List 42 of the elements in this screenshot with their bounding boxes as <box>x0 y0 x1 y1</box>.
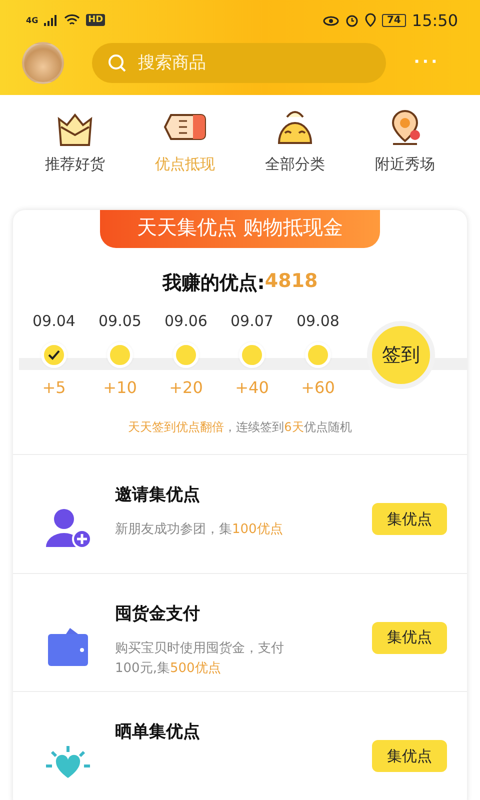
search-field[interactable]: 搜索商品 <box>92 42 386 82</box>
task-title: 邀请集优点 <box>115 484 201 506</box>
network-type: 4G <box>26 16 38 24</box>
search-icon <box>108 54 126 72</box>
eye-icon <box>322 14 339 26</box>
task-description: 新朋友成功参团，集100优点 <box>115 521 284 539</box>
task-title: 囤货金支付 <box>115 602 201 625</box>
collect-points-button[interactable]: 集优点 <box>372 622 447 654</box>
promo-ribbon: 天天集优点 购物抵现金 <box>100 210 380 248</box>
category-tab[interactable]: 全部分类 <box>265 107 325 210</box>
day-bonus: +20 <box>169 378 203 397</box>
hd-badge: HD <box>86 14 106 26</box>
day-date: 09.06 <box>164 312 208 330</box>
alarm-icon <box>344 13 359 27</box>
heart-glow-icon <box>44 744 92 778</box>
check-in-note: 天天签到优点翻倍，连续签到6天优点随机 <box>128 419 352 436</box>
collect-points-button[interactable]: 集优点 <box>372 503 447 535</box>
day-date: 09.05 <box>98 312 142 330</box>
day-bonus: +40 <box>235 378 269 397</box>
day-date: 09.07 <box>230 312 274 330</box>
day-bonus: +60 <box>301 378 335 397</box>
clock-time: 15:50 <box>412 10 458 30</box>
add-user-icon <box>44 507 92 549</box>
day-bonus: +5 <box>42 378 66 397</box>
collect-points-button[interactable]: 集优点 <box>372 740 447 772</box>
check-icon <box>48 350 60 360</box>
points-label: 我赚的优点: <box>162 271 265 296</box>
avatar[interactable] <box>22 42 64 84</box>
wifi-icon <box>64 14 80 26</box>
battery-level: 74 <box>382 14 406 26</box>
day-bonus: +10 <box>103 378 137 397</box>
category-tab[interactable]: 附近秀场 <box>375 107 435 210</box>
signal-icon <box>44 14 58 26</box>
wallet-icon <box>46 626 90 668</box>
sign-in-button[interactable]: 签到 <box>367 320 435 388</box>
day-date: 09.04 <box>32 312 76 330</box>
task-title: 晒单集优点 <box>115 721 201 744</box>
category-tab[interactable]: 推荐好货 <box>45 107 105 210</box>
task-description: 购买宝贝时使用囤货金，支付 100元,集500优点 <box>115 640 285 678</box>
points-value: 4818 <box>264 270 318 294</box>
location-icon <box>364 13 376 27</box>
day-date: 09.08 <box>296 312 340 330</box>
